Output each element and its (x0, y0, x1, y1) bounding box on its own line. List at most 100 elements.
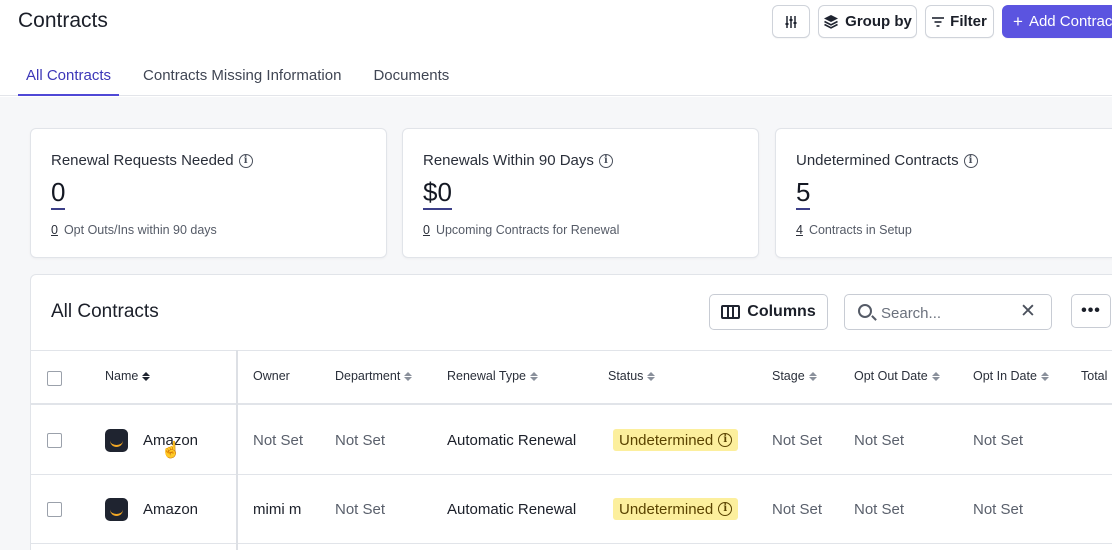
cell-name[interactable]: Amazon (143, 501, 198, 518)
column-header-opt-in-date[interactable]: Opt In Date (973, 369, 1049, 383)
renewal-requests-card: Renewal Requests Needed i 0 0 Opt Outs/In… (30, 128, 387, 258)
sort-icon (647, 371, 656, 381)
search-input[interactable] (881, 302, 1011, 324)
column-header-label: Opt In Date (973, 369, 1037, 383)
cell-department[interactable]: Not Set (335, 432, 385, 449)
table-row[interactable]: Amazon ☝ Not Set Not Set Automatic Renew… (31, 407, 1112, 475)
contracts-table-panel: All Contracts Columns ✕ ••• Name Owner D… (30, 274, 1112, 550)
column-header-renewal-type[interactable]: Renewal Type (447, 369, 538, 383)
sort-icon (808, 371, 817, 381)
column-header-total[interactable]: Total (1081, 369, 1107, 383)
status-text: Undetermined (619, 431, 714, 449)
card-value[interactable]: 5 (796, 177, 811, 210)
row-checkbox[interactable] (47, 433, 62, 448)
card-title-text: Renewals Within 90 Days (423, 152, 594, 169)
filter-button[interactable]: Filter (925, 5, 994, 38)
view-settings-button[interactable] (772, 5, 810, 38)
columns-button[interactable]: Columns (709, 294, 828, 330)
cell-opt-out-date[interactable]: Not Set (854, 501, 904, 518)
column-header-opt-out-date[interactable]: Opt Out Date (854, 369, 940, 383)
columns-icon (721, 305, 741, 319)
info-icon[interactable]: i (598, 153, 613, 168)
tab-contracts-missing-information[interactable]: Contracts Missing Information (135, 62, 349, 96)
cell-owner[interactable]: mimi m (253, 501, 301, 518)
sort-icon (931, 371, 940, 381)
card-sub-label: Opt Outs/Ins within 90 days (63, 223, 217, 237)
cell-stage[interactable]: Not Set (772, 501, 822, 518)
table-header: Name Owner Department Renewal Type Statu… (31, 350, 1112, 405)
card-value[interactable]: $0 (423, 177, 452, 210)
column-header-label: Status (608, 369, 644, 383)
more-icon: ••• (1081, 302, 1101, 319)
filter-label: Filter (950, 13, 987, 30)
undetermined-contracts-card: Undetermined Contracts i 5 4 Contracts in… (775, 128, 1112, 258)
add-contract-button[interactable]: + Add Contract (1002, 5, 1112, 38)
column-header-department[interactable]: Department (335, 369, 413, 383)
sort-icon (142, 371, 151, 381)
cell-department[interactable]: Not Set (335, 501, 385, 518)
info-icon: i (718, 502, 733, 516)
pointer-cursor-icon: ☝ (161, 442, 181, 459)
column-header-label: Opt Out Date (854, 369, 928, 383)
card-title: Undetermined Contracts i (796, 152, 978, 169)
more-options-button[interactable]: ••• (1071, 294, 1111, 328)
column-header-stage[interactable]: Stage (772, 369, 817, 383)
close-icon[interactable]: ✕ (1020, 302, 1036, 321)
cell-opt-in-date[interactable]: Not Set (973, 501, 1023, 518)
sliders-icon (785, 15, 797, 28)
card-sub-count[interactable]: 0 (51, 223, 58, 237)
column-header-label: Renewal Type (447, 369, 526, 383)
cell-opt-in-date[interactable]: Not Set (973, 432, 1023, 449)
card-value[interactable]: 0 (51, 177, 66, 210)
table-row[interactable]: Amazon mimi m Not Set Automatic Renewal … (31, 476, 1112, 544)
card-title-text: Renewal Requests Needed (51, 152, 234, 169)
column-header-owner[interactable]: Owner (253, 369, 290, 383)
column-header-label: Total (1081, 369, 1108, 383)
status-badge[interactable]: Undetermined i (613, 498, 739, 520)
top-bar: Contracts Group by Filter + Add Contract (0, 0, 1112, 96)
column-header-label: Department (335, 369, 401, 383)
plus-icon: + (1013, 11, 1023, 31)
card-sub-label: Contracts in Setup (808, 223, 912, 237)
cell-renewal-type[interactable]: Automatic Renewal (447, 432, 576, 449)
cell-opt-out-date[interactable]: Not Set (854, 432, 904, 449)
layers-icon (824, 15, 839, 29)
card-subtext: 4 Contracts in Setup (796, 223, 912, 237)
info-icon[interactable]: i (963, 153, 978, 168)
group-by-button[interactable]: Group by (818, 5, 917, 38)
tab-all-contracts[interactable]: All Contracts (18, 62, 120, 96)
info-icon[interactable]: i (238, 153, 253, 168)
card-title: Renewal Requests Needed i (51, 152, 253, 169)
sort-icon (1040, 371, 1049, 381)
frozen-column-divider (236, 350, 238, 550)
search-box: ✕ (844, 294, 1052, 330)
amazon-logo-icon (105, 498, 128, 521)
cell-stage[interactable]: Not Set (772, 432, 822, 449)
cell-owner[interactable]: Not Set (253, 432, 303, 449)
add-contract-label: Add Contract (1028, 13, 1112, 30)
row-checkbox[interactable] (47, 502, 62, 517)
card-sub-count[interactable]: 4 (796, 223, 803, 237)
status-text: Undetermined (619, 500, 714, 518)
renewals-within-90-days-card: Renewals Within 90 Days i $0 0 Upcoming C… (402, 128, 759, 258)
search-icon (858, 304, 872, 318)
content-area: Renewal Requests Needed i 0 0 Opt Outs/In… (0, 97, 1112, 550)
group-by-label: Group by (845, 13, 912, 30)
card-sub-label: Upcoming Contracts for Renewal (435, 223, 620, 237)
sort-icon (404, 371, 413, 381)
card-title-text: Undetermined Contracts (796, 152, 959, 169)
column-header-status[interactable]: Status (608, 369, 656, 383)
info-icon: i (718, 433, 733, 447)
select-all-checkbox[interactable] (47, 371, 62, 386)
status-badge[interactable]: Undetermined i (613, 429, 739, 451)
column-header-name[interactable]: Name (105, 369, 151, 383)
column-header-label: Owner (253, 369, 290, 383)
card-title: Renewals Within 90 Days i (423, 152, 613, 169)
tab-bar: All Contracts Contracts Missing Informat… (18, 62, 473, 96)
table-title: All Contracts (51, 301, 159, 322)
cell-renewal-type[interactable]: Automatic Renewal (447, 501, 576, 518)
page-title: Contracts (18, 9, 108, 32)
card-sub-count[interactable]: 0 (423, 223, 430, 237)
columns-label: Columns (747, 303, 816, 320)
tab-documents[interactable]: Documents (365, 62, 457, 96)
